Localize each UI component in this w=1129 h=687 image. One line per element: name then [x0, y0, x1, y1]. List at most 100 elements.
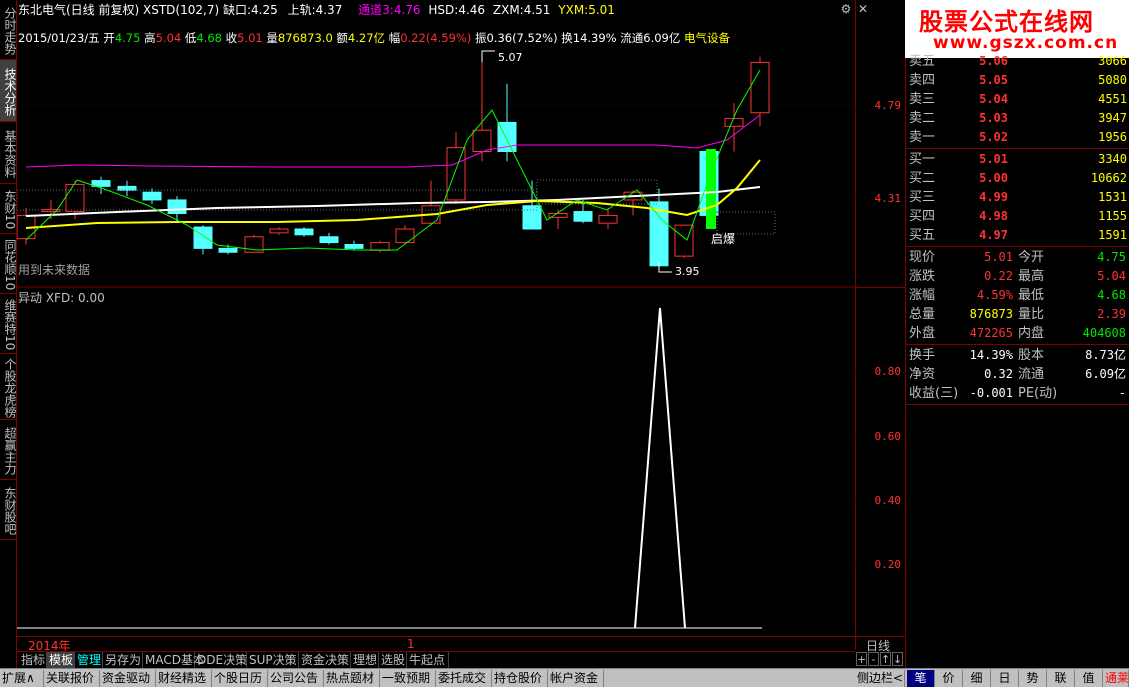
indicator-tab[interactable]: 资金决策 — [299, 652, 351, 669]
axis-tick: 0.80 — [874, 365, 902, 378]
indicator-tab[interactable]: SUP决策 — [247, 652, 299, 669]
ask-volume: 4551 — [1098, 92, 1127, 106]
bid-price: 4.99 — [979, 190, 1008, 204]
quote-key: 最低 — [1018, 288, 1045, 303]
quote-view-button[interactable]: 势 — [1019, 670, 1047, 687]
candle-body — [294, 228, 314, 236]
quote-key: 最高 — [1018, 269, 1045, 284]
indicator-tab[interactable]: 模板 — [47, 652, 75, 669]
ask-price: 5.05 — [979, 73, 1008, 87]
ask-row[interactable]: 卖三 5.04 4551 — [906, 90, 1129, 109]
divider — [906, 246, 1129, 247]
left-tab[interactable]: 分时走势 — [0, 0, 17, 60]
ask-row[interactable]: 卖四 5.05 5080 — [906, 71, 1129, 90]
left-tab[interactable]: 技术分析 — [0, 60, 17, 122]
bid-volume: 1591 — [1098, 228, 1127, 242]
bid-label: 买二 — [909, 171, 936, 186]
amp-value: 0.36(7.52%) — [486, 31, 558, 45]
hsd-label: HSD: — [428, 3, 459, 17]
scroll-up-button[interactable]: ↑ — [880, 652, 891, 666]
kline-chart-area[interactable]: 东北电气(日线 前复权) XSTD(102,7) 缺口:4.25 上轨:4.37… — [17, 0, 868, 629]
bid-label: 买五 — [909, 228, 936, 243]
low-mark-label: 3.95 — [675, 265, 700, 278]
indicator-tab[interactable]: 选股 — [379, 652, 407, 669]
info-line: 2015/01/23/五 开4.75 高5.04 低4.68 收5.01 量87… — [18, 30, 730, 46]
status-bar-button[interactable]: 持仓股价 — [492, 670, 548, 687]
zoom-out-button[interactable]: - — [868, 652, 879, 666]
indicator-tab[interactable]: 牛起点 — [407, 652, 449, 669]
quote-field: 换手 14.39% — [909, 346, 1013, 365]
left-tab[interactable]: 东财10 — [0, 184, 17, 234]
status-bar-button[interactable]: 公司公告 — [268, 670, 324, 687]
watermark-url: www.gszx.com.cn — [933, 33, 1119, 53]
indicator-tab[interactable]: 指标 — [19, 652, 47, 669]
quote-view-button[interactable]: 日 — [991, 670, 1019, 687]
hsd-value: 4.46 — [458, 3, 486, 17]
quote-view-button[interactable]: 笔 — [907, 670, 935, 687]
status-bar-button[interactable]: 委托成交 — [436, 670, 492, 687]
left-tab[interactable]: 超赢主力 — [0, 420, 17, 480]
candle-body — [395, 228, 415, 244]
quote-view-button[interactable]: 值 — [1075, 670, 1103, 687]
left-tab[interactable]: 维赛特10 — [0, 294, 17, 354]
bid-label: 买一 — [909, 152, 936, 167]
signal-bar — [706, 149, 716, 229]
quote-value: 4.59% — [976, 288, 1013, 302]
bid-price: 5.01 — [979, 152, 1008, 166]
indicator-tab[interactable]: MACD基本 — [143, 652, 205, 669]
amp-label: 振 — [474, 31, 487, 45]
status-bar-button[interactable]: 扩展∧ — [0, 670, 44, 687]
bid-volume: 1531 — [1098, 190, 1127, 204]
bid-row[interactable]: 买三 4.99 1531 — [906, 188, 1129, 207]
quote-value: 876873 — [969, 307, 1013, 321]
bid-row[interactable]: 买二 5.00 10662 — [906, 169, 1129, 188]
ask-row[interactable]: 卖一 5.02 1956 — [906, 128, 1129, 147]
settings-icon[interactable]: ⚙ — [839, 2, 853, 16]
quote-key: 股本 — [1018, 348, 1045, 363]
status-bar-button[interactable]: 关联报价 — [44, 670, 100, 687]
candle-body — [344, 244, 364, 249]
ask-row[interactable]: 卖五 5.06 3066 — [906, 52, 1129, 71]
candle-body — [750, 61, 770, 114]
zoom-in-button[interactable]: + — [856, 652, 867, 666]
quote-view-button[interactable]: 细 — [963, 670, 991, 687]
scroll-down-button[interactable]: ↓ — [892, 652, 903, 666]
zxm-label: ZXM: — [492, 3, 524, 17]
high-marker — [481, 50, 495, 62]
bid-row[interactable]: 买四 4.98 1155 — [906, 207, 1129, 226]
left-tab[interactable]: 基本资料 — [0, 122, 17, 184]
status-bar-button[interactable]: 一致预期 — [380, 670, 436, 687]
status-bar-button[interactable]: 帐户资金 — [548, 670, 604, 687]
close-label: 收 — [225, 31, 238, 45]
bid-row[interactable]: 买一 5.01 3340 — [906, 150, 1129, 169]
vol-value: 876873.0 — [277, 31, 333, 45]
chart-nav-buttons: + - ↑ ↓ — [855, 652, 905, 668]
indicator-tab[interactable]: 另存为 — [103, 652, 143, 669]
quote-view-button[interactable]: 联 — [1047, 670, 1075, 687]
status-bar-button[interactable]: 热点题材 — [324, 670, 380, 687]
left-tab[interactable]: 个股龙虎榜 — [0, 354, 17, 420]
axis-tick: 0.40 — [874, 494, 902, 507]
ask-label: 卖五 — [909, 54, 936, 69]
bid-row[interactable]: 买五 4.97 1591 — [906, 226, 1129, 245]
ask-label: 卖二 — [909, 111, 936, 126]
ask-row[interactable]: 卖二 5.03 3947 — [906, 109, 1129, 128]
chg-value: 0.22(4.59%) — [400, 31, 472, 45]
quote-field: 净资 0.32 — [909, 365, 1013, 384]
info-date: 2015/01/23/五 — [18, 31, 100, 45]
status-bar-button[interactable]: 资金驱动 — [100, 670, 156, 687]
indicator-tab[interactable]: 理想 — [351, 652, 379, 669]
quote-view-button[interactable]: 价 — [935, 670, 963, 687]
status-bar-button[interactable]: 财经精选 — [156, 670, 212, 687]
high-label: 高 — [144, 31, 156, 45]
status-bar-button[interactable]: 个股日历 — [212, 670, 268, 687]
bid-volume: 1155 — [1098, 209, 1127, 223]
indicator-tab[interactable]: 管理 — [75, 652, 103, 669]
indicator-tab[interactable]: DDE决策 — [195, 652, 247, 669]
quote-key: 涨幅 — [909, 288, 936, 303]
quote-field: 涨幅 4.59% — [909, 286, 1013, 305]
left-tab[interactable]: 东财股吧 — [0, 480, 17, 540]
sidebar-toggle-button[interactable]: 侧边栏< — [855, 670, 905, 687]
zxm-value: 4.51 — [523, 3, 551, 17]
left-tab[interactable]: 同花顺10 — [0, 234, 17, 294]
